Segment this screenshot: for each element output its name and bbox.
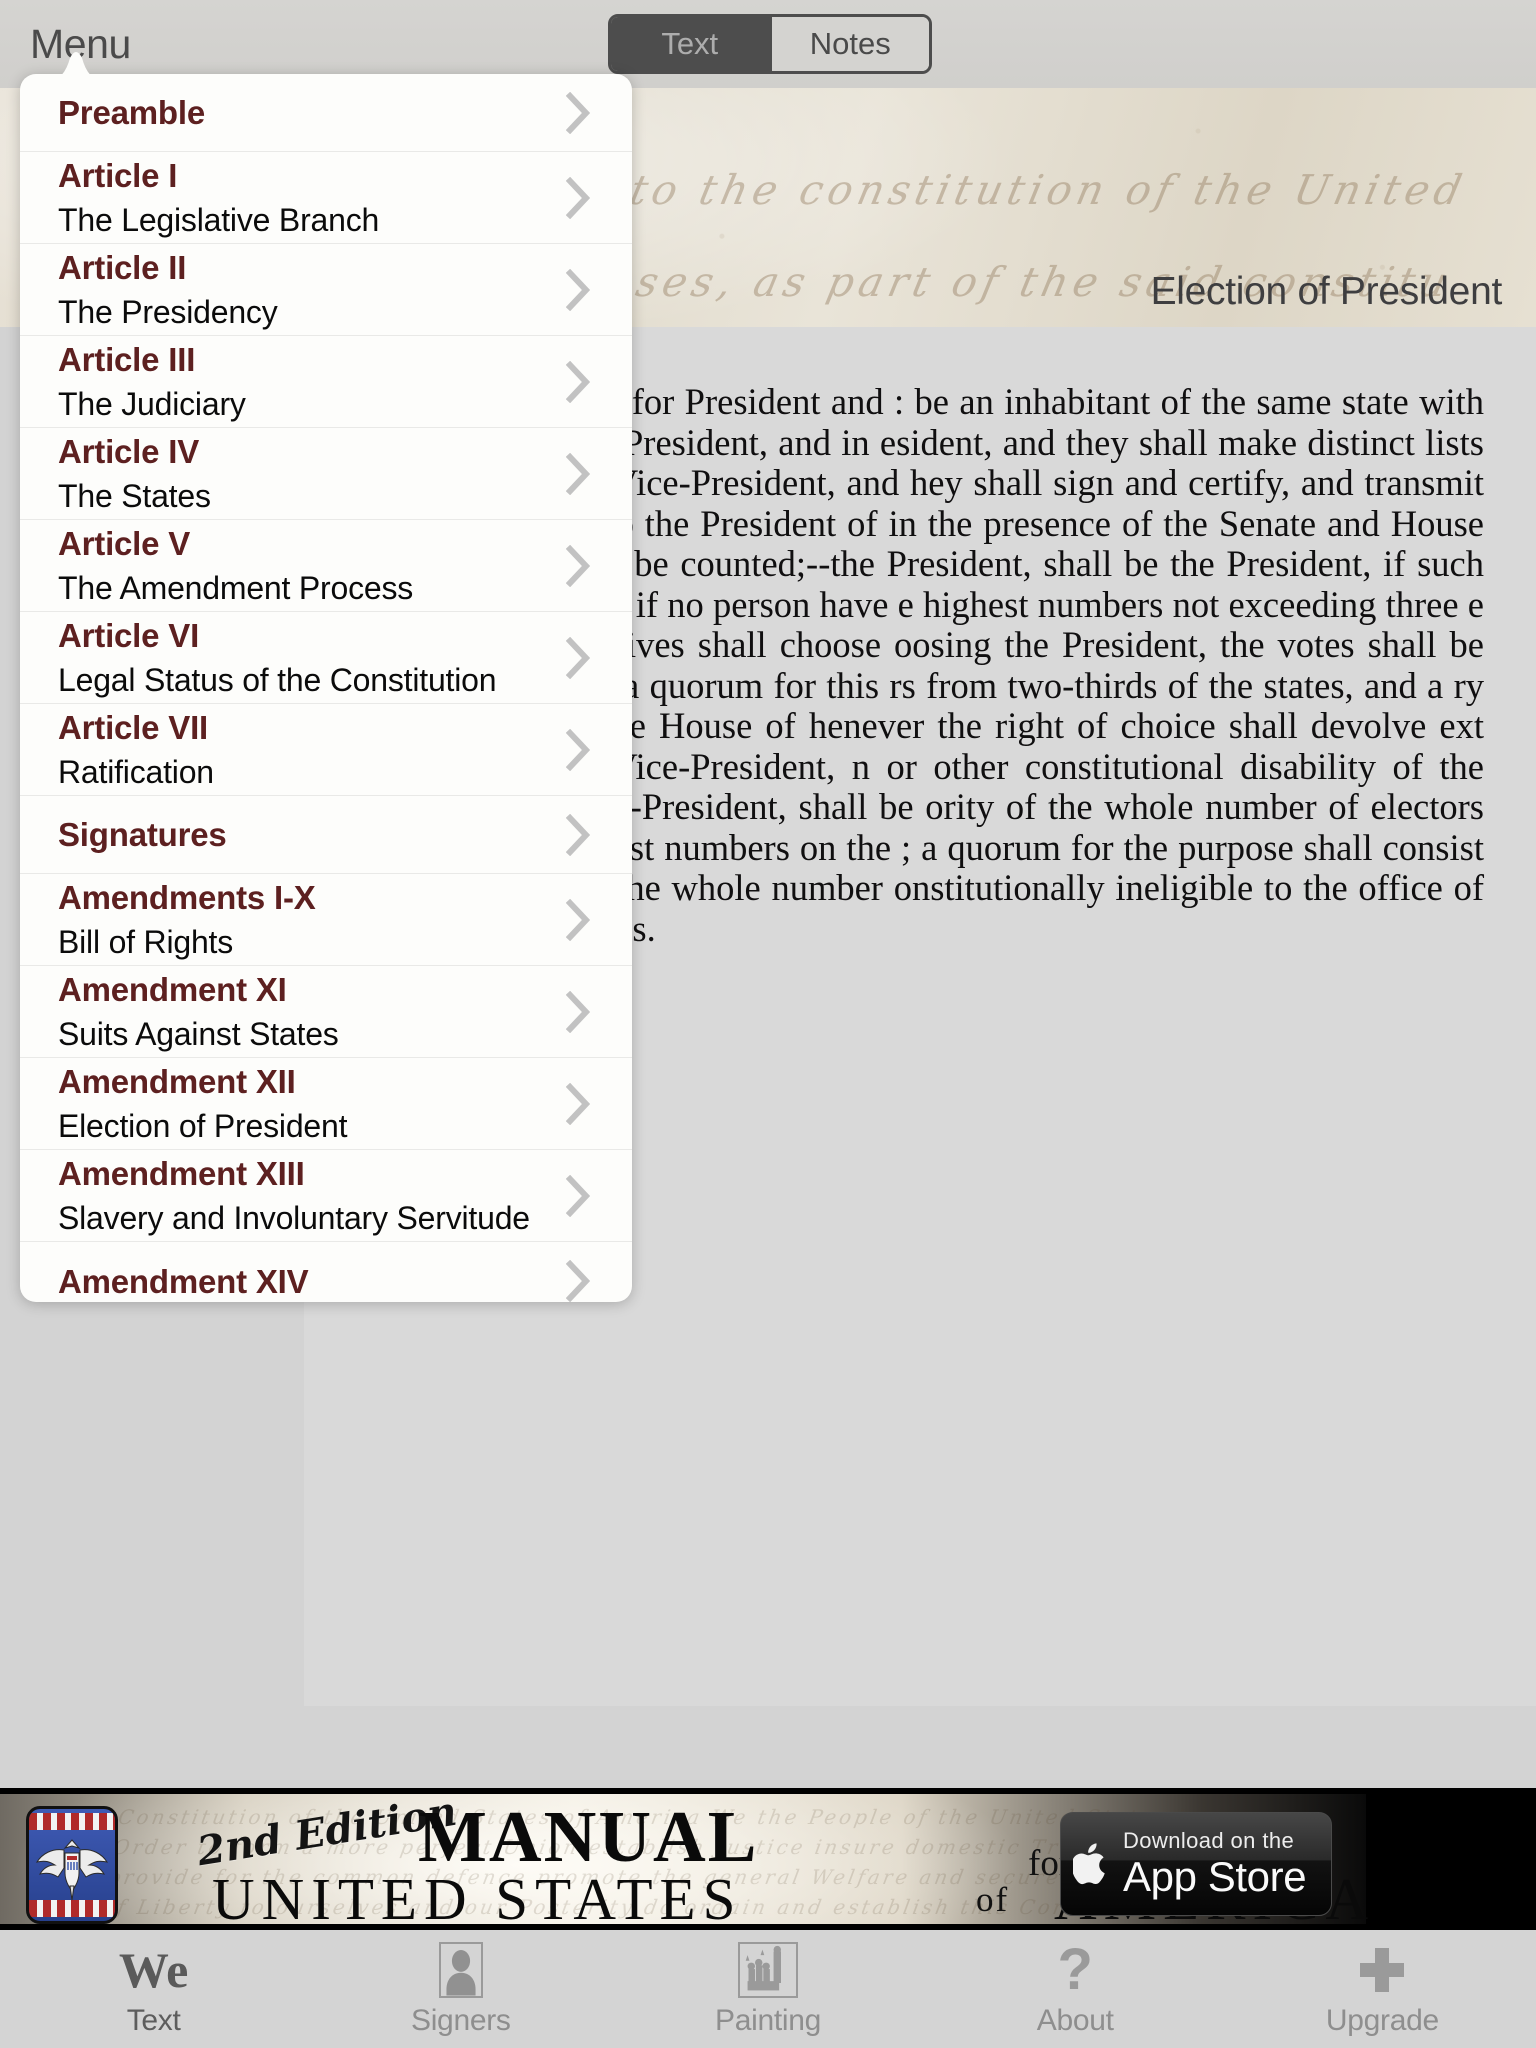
- toc-item[interactable]: Article II The Presidency: [20, 244, 632, 336]
- chevron-right-icon: [566, 1082, 592, 1125]
- tab-item-about[interactable]: ? About: [922, 1930, 1229, 2048]
- toc-item-title: Amendment XIII: [58, 1155, 305, 1192]
- toc-item-subtitle: Bill of Rights: [58, 924, 234, 960]
- toc-item-title: Article IV: [58, 433, 200, 470]
- toc-item[interactable]: Amendment XIV: [20, 1242, 632, 1302]
- person-icon: [438, 1940, 483, 2000]
- chevron-right-icon: [566, 1174, 592, 1217]
- chevron-right-icon: [566, 268, 592, 311]
- tab-label-signers: Signers: [410, 2004, 511, 2037]
- toc-item-subtitle: Slavery and Involuntary Servitude: [58, 1200, 530, 1236]
- tab-item-upgrade[interactable]: Upgrade: [1229, 1930, 1536, 2048]
- toc-item-subtitle: Suits Against States: [58, 1016, 339, 1052]
- ad-united-states-label: UNITED STATES: [212, 1866, 743, 1930]
- section-title: Election of President: [1150, 270, 1503, 313]
- toc-item-subtitle: The Legislative Branch: [58, 202, 380, 238]
- ad-background: Constitution of the United States of Ame…: [0, 1794, 1368, 1930]
- text-notes-segmented-control[interactable]: Text Notes: [608, 14, 932, 74]
- toc-item-subtitle: The States: [58, 478, 211, 514]
- toc-item[interactable]: Article VII Ratification: [20, 704, 632, 796]
- handwriting-line-1: nt to the constitution of the United: [554, 166, 1471, 214]
- apple-logo-icon: [1061, 1841, 1123, 1887]
- toc-item-title: Article VI: [58, 617, 200, 654]
- toc-item[interactable]: Article IV The States: [20, 428, 632, 520]
- toc-item-subtitle: The Amendment Process: [58, 570, 414, 606]
- toc-item-title: Amendment XII: [58, 1063, 296, 1100]
- question-icon: ?: [1057, 1937, 1093, 2002]
- chevron-right-icon: [566, 91, 592, 134]
- toc-item[interactable]: Article III The Judiciary: [20, 336, 632, 428]
- toc-item[interactable]: Amendment XI Suits Against States: [20, 966, 632, 1058]
- tab-notes[interactable]: Notes: [771, 17, 929, 71]
- chevron-right-icon: [566, 728, 592, 771]
- chevron-right-icon: [566, 360, 592, 403]
- toc-item[interactable]: Preamble: [20, 74, 632, 152]
- toc-item-title: Preamble: [58, 94, 205, 131]
- table-of-contents-popover[interactable]: Preamble Article I The Legislative Branch A…: [20, 74, 632, 1302]
- toc-item-title: Article V: [58, 525, 191, 562]
- toc-item-title: Signatures: [58, 816, 227, 853]
- eagle-glyph: [35, 1839, 109, 1901]
- toc-item[interactable]: Article V The Amendment Process: [20, 520, 632, 612]
- toc-item-subtitle: The Presidency: [58, 294, 278, 330]
- chevron-right-icon: [566, 1260, 592, 1302]
- app-store-text: Download on the App Store: [1123, 1828, 1307, 1900]
- plus-icon: [1360, 1940, 1405, 2000]
- app-store-line-2: App Store: [1123, 1853, 1307, 1900]
- eagle-emblem-icon: [26, 1806, 118, 1924]
- chevron-right-icon: [566, 176, 592, 219]
- tab-label-text: Text: [126, 2004, 181, 2037]
- chevron-right-icon: [566, 990, 592, 1033]
- ad-of-label: of: [976, 1880, 1010, 1919]
- app-store-line-1: Download on the: [1123, 1828, 1295, 1853]
- toc-item-title: Article VII: [58, 709, 209, 746]
- we-serif-icon: We: [118, 1942, 189, 1998]
- emblem-band-bottom: [29, 1900, 115, 1917]
- chevron-right-icon: [566, 452, 592, 495]
- tab-text[interactable]: Text: [611, 17, 769, 71]
- popover-arrow-icon: [50, 50, 102, 80]
- painting-icon: [738, 1940, 798, 2000]
- toc-item[interactable]: Signatures: [20, 796, 632, 874]
- toc-item-subtitle: Legal Status of the Constitution: [58, 662, 497, 698]
- tab-label-about: About: [1036, 2004, 1114, 2037]
- toc-item[interactable]: Amendments I-X Bill of Rights: [20, 874, 632, 966]
- toc-item-subtitle: Election of President: [58, 1108, 348, 1144]
- chevron-right-icon: [566, 898, 592, 941]
- ad-manual-title: MANUAL: [418, 1796, 759, 1877]
- tab-label-painting: Painting: [715, 2004, 822, 2037]
- toc-item[interactable]: Article I The Legislative Branch: [20, 152, 632, 244]
- chevron-right-icon: [566, 544, 592, 587]
- toc-item-subtitle: Ratification: [58, 754, 214, 790]
- tab-label-upgrade: Upgrade: [1325, 2004, 1439, 2037]
- tab-item-painting[interactable]: Painting: [614, 1930, 921, 2048]
- toc-item-title: Article I: [58, 157, 178, 194]
- toc-item-title: Amendment XI: [58, 971, 287, 1008]
- toc-item[interactable]: Amendment XIII Slavery and Involuntary Se…: [20, 1150, 632, 1242]
- toc-item-title: Amendments I-X: [58, 879, 316, 916]
- tab-item-text[interactable]: We Text: [0, 1930, 307, 2048]
- toc-list[interactable]: Preamble Article I The Legislative Branch A…: [20, 74, 632, 1302]
- app-store-download-button[interactable]: Download on the App Store: [1060, 1812, 1332, 1916]
- toc-item[interactable]: Amendment XII Election of President: [20, 1058, 632, 1150]
- toc-item-title: Amendment XIV: [58, 1262, 309, 1300]
- toc-item-title: Article II: [58, 249, 187, 286]
- toc-item[interactable]: Article VI Legal Status of the Constituti…: [20, 612, 632, 704]
- bottom-tab-bar: We Text Signers Painting ? About Upgrade: [0, 1930, 1536, 2048]
- toc-item-subtitle: The Judiciary: [58, 386, 246, 422]
- chevron-right-icon: [566, 636, 592, 679]
- advertisement-banner[interactable]: Constitution of the United States of Ame…: [0, 1788, 1536, 1930]
- toc-item-title: Article III: [58, 341, 196, 378]
- chevron-right-icon: [566, 813, 592, 856]
- tab-item-signers[interactable]: Signers: [307, 1930, 614, 2048]
